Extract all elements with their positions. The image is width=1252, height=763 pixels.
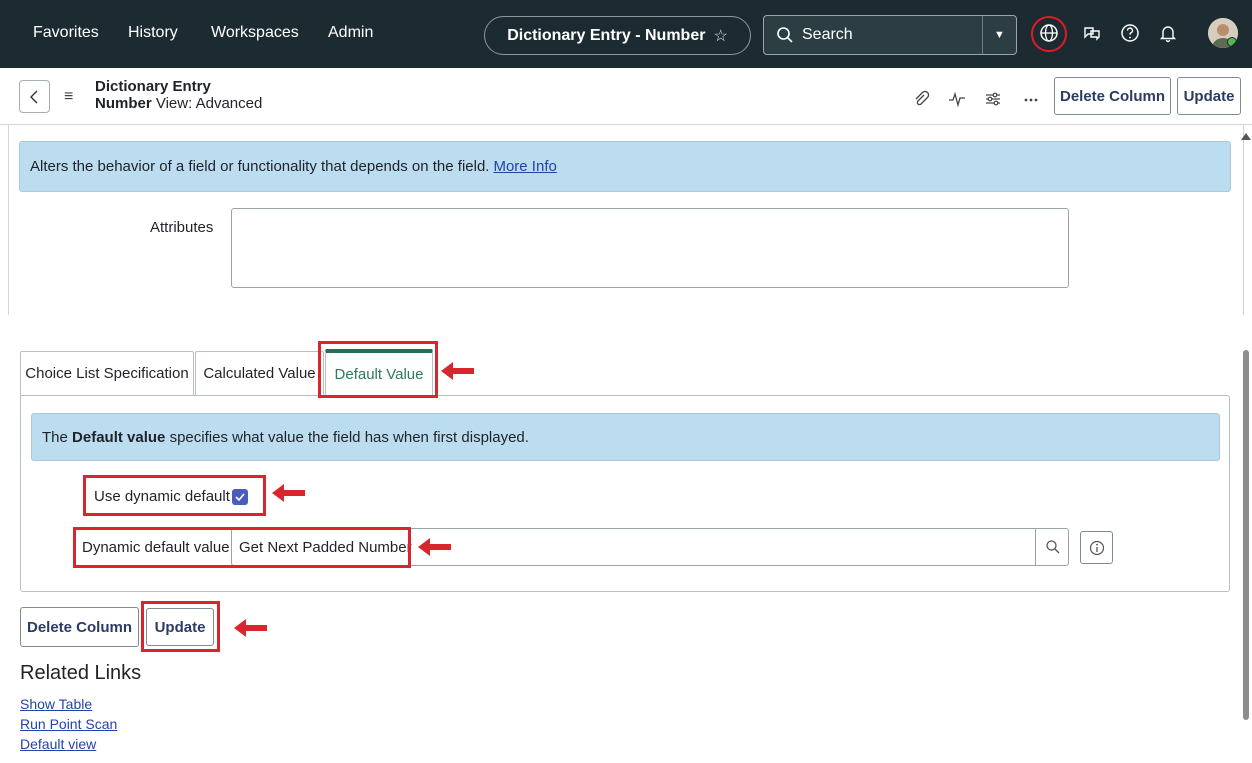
chevron-down-icon[interactable]: ▼	[982, 16, 1016, 54]
help-icon[interactable]	[1119, 22, 1141, 44]
avatar[interactable]	[1208, 18, 1238, 48]
attributes-textarea[interactable]	[231, 208, 1069, 288]
user-avatar-icon	[1208, 18, 1238, 48]
menu-icon[interactable]: ≡	[64, 88, 73, 106]
nav-admin[interactable]: Admin	[328, 24, 373, 42]
globe-icon[interactable]	[1038, 22, 1060, 44]
search-placeholder[interactable]: Search	[802, 26, 982, 44]
global-search[interactable]: Search ▼	[763, 15, 1017, 55]
bell-icon[interactable]	[1157, 22, 1179, 44]
arrow-left-icon	[418, 538, 451, 556]
nav-workspaces[interactable]: Workspaces	[211, 24, 299, 42]
record-name: Number	[95, 95, 152, 112]
highlight-dynamic-default-value	[73, 527, 411, 568]
chat-icon[interactable]	[1081, 22, 1103, 44]
form-title: Dictionary Entry	[95, 78, 211, 95]
lookup-button[interactable]	[1035, 528, 1069, 566]
back-button[interactable]	[19, 80, 50, 113]
attachment-icon[interactable]	[912, 90, 930, 108]
highlight-use-dynamic-default	[83, 475, 266, 516]
info-icon	[1089, 540, 1104, 555]
highlight-update-button	[141, 601, 220, 652]
more-options-icon[interactable]	[1022, 90, 1040, 108]
arrow-left-icon	[272, 484, 305, 502]
settings-sliders-icon[interactable]	[984, 90, 1002, 108]
magnifier-icon	[1045, 540, 1059, 554]
attributes-label: Attributes	[150, 219, 214, 236]
activity-icon[interactable]	[948, 90, 966, 108]
link-run-point-scan[interactable]: Run Point Scan	[20, 716, 117, 732]
arrow-left-icon	[234, 619, 267, 637]
highlight-default-value-tab	[318, 341, 438, 398]
dv-info-prefix: The	[42, 428, 68, 446]
nav-history[interactable]: History	[128, 24, 178, 42]
chevron-left-icon	[29, 90, 37, 103]
context-title-pill[interactable]: Dictionary Entry - Number ☆	[484, 16, 751, 55]
dv-info-suffix: specifies what value the field has when …	[169, 428, 529, 446]
link-show-table[interactable]: Show Table	[20, 696, 92, 712]
dv-info-bold: Default value	[72, 428, 166, 446]
star-icon[interactable]: ☆	[713, 26, 727, 46]
tab-choice-list-specification[interactable]: Choice List Specification	[20, 351, 194, 395]
header-delete-column-button[interactable]: Delete Column	[1054, 77, 1171, 115]
related-links-title: Related Links	[20, 662, 142, 684]
default-value-info-bar: The Default value specifies what value t…	[31, 413, 1220, 461]
attributes-info-bar: Alters the behavior of a field or functi…	[19, 141, 1231, 192]
reference-info-button[interactable]	[1080, 531, 1113, 564]
attributes-info-text: Alters the behavior of a field or functi…	[30, 158, 490, 175]
scroll-up-arrow[interactable]	[1241, 133, 1251, 140]
top-nav: Favorites History Workspaces Admin Dicti…	[0, 0, 1252, 68]
view-label[interactable]: View: Advanced	[156, 95, 262, 112]
arrow-left-icon	[441, 362, 474, 380]
more-info-link[interactable]: More Info	[493, 158, 556, 175]
footer-delete-column-button[interactable]: Delete Column	[20, 607, 139, 647]
tab-calculated-value[interactable]: Calculated Value	[195, 351, 324, 395]
form-header: ≡ Dictionary Entry Number View: Advanced…	[0, 68, 1252, 125]
nav-favorites[interactable]: Favorites	[33, 24, 99, 42]
header-update-button[interactable]: Update	[1177, 77, 1241, 115]
scrollbar[interactable]	[1243, 350, 1249, 720]
form-subtitle: Number View: Advanced	[95, 95, 262, 112]
context-title: Dictionary Entry - Number	[507, 26, 706, 44]
search-icon	[777, 27, 793, 43]
link-default-view[interactable]: Default view	[20, 736, 96, 752]
